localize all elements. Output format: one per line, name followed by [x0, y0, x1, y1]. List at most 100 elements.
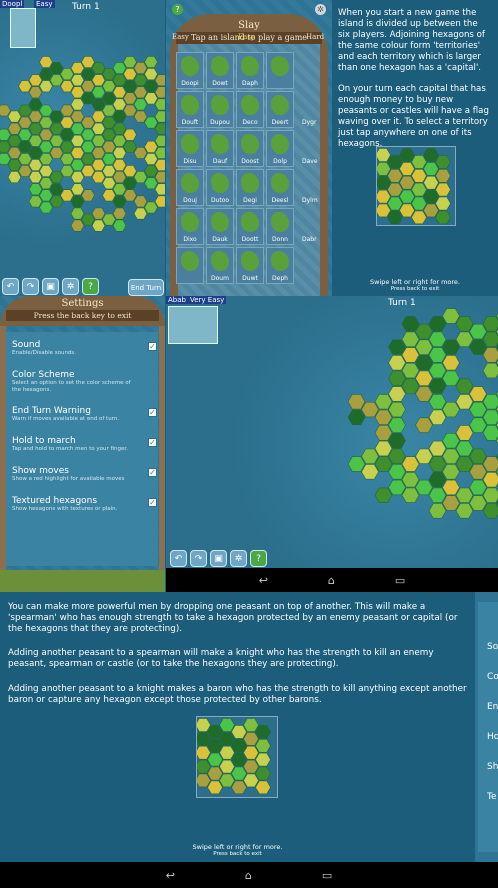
- recent-apps-icon[interactable]: ▭: [322, 869, 332, 882]
- hex-tile[interactable]: [102, 165, 116, 177]
- hex-tile[interactable]: [455, 316, 474, 332]
- hex-tile[interactable]: [399, 203, 415, 218]
- hex-tile[interactable]: [399, 175, 415, 190]
- hex-tile[interactable]: [243, 732, 259, 746]
- hex-tile[interactable]: [49, 171, 64, 184]
- hex-tile[interactable]: [401, 378, 420, 394]
- hex-tile[interactable]: [112, 110, 127, 123]
- hex-tile[interactable]: [388, 401, 406, 418]
- island-thumbnail[interactable]: Donn: [266, 208, 294, 245]
- redo-icon[interactable]: ↷: [190, 550, 207, 567]
- hex-tile[interactable]: [255, 725, 271, 739]
- hex-tile[interactable]: [7, 147, 22, 159]
- hex-tile[interactable]: [376, 189, 391, 204]
- island-name[interactable]: Dygr: [302, 119, 316, 126]
- hex-tile[interactable]: [7, 159, 22, 171]
- hex-tile[interactable]: [361, 401, 379, 418]
- setting-end-turn-warning[interactable]: End Turn Warning Warn if moves available…: [12, 406, 157, 423]
- hex-tile[interactable]: [7, 171, 22, 184]
- hex-tile[interactable]: [70, 207, 85, 220]
- help-icon[interactable]: ?: [82, 278, 99, 295]
- hex-tile[interactable]: [196, 745, 211, 760]
- hex-tile[interactable]: [401, 316, 420, 332]
- hex-tile[interactable]: [442, 370, 460, 386]
- difficulty-current[interactable]: Easy: [238, 33, 255, 41]
- hex-tile[interactable]: [28, 195, 43, 208]
- hex-tile[interactable]: [231, 739, 247, 753]
- hex-tile[interactable]: [28, 122, 43, 135]
- sound-checkbox[interactable]: ✓: [148, 342, 157, 351]
- hex-tile[interactable]: [435, 210, 451, 225]
- hex-tile[interactable]: [49, 62, 64, 74]
- hex-tile[interactable]: [423, 162, 439, 176]
- hex-tile[interactable]: [123, 189, 137, 202]
- hex-tile[interactable]: [18, 153, 32, 165]
- hex-tile[interactable]: [376, 203, 391, 218]
- hex-tile[interactable]: [144, 116, 158, 129]
- recent-apps-icon[interactable]: ▭: [395, 574, 405, 587]
- hex-tile[interactable]: [81, 80, 95, 93]
- hex-tile[interactable]: [81, 56, 95, 68]
- hex-tile[interactable]: [469, 495, 487, 511]
- hex-tile[interactable]: [60, 128, 74, 141]
- hex-tile[interactable]: [60, 165, 74, 177]
- island-thumbnail[interactable]: Dauk: [206, 208, 234, 245]
- hex-tile[interactable]: [387, 169, 403, 183]
- hex-tile[interactable]: [18, 104, 32, 117]
- hex-tile[interactable]: [415, 355, 433, 371]
- hex-tile[interactable]: [81, 116, 95, 129]
- game-map-panel-large[interactable]: Abab Very Easy Turn 1 ↶ ↷ ▣ ✲ ? ↩ ⌂ ▭: [166, 296, 498, 592]
- hex-tile[interactable]: [231, 725, 247, 739]
- hex-tile[interactable]: [399, 148, 415, 162]
- hex-tile[interactable]: [423, 189, 439, 204]
- hex-tile[interactable]: [102, 128, 116, 141]
- hex-tile[interactable]: [469, 339, 487, 355]
- hex-tile[interactable]: [376, 175, 391, 190]
- hex-tile[interactable]: [361, 448, 379, 464]
- island-thumbnail[interactable]: Dolp: [266, 130, 294, 167]
- hex-tile[interactable]: [39, 68, 53, 81]
- hex-tile[interactable]: [70, 219, 85, 232]
- hex-tile[interactable]: [196, 759, 211, 774]
- hex-tile[interactable]: [18, 80, 32, 93]
- hex-tile[interactable]: [388, 386, 406, 402]
- hex-tile[interactable]: [91, 159, 106, 171]
- hex-tile[interactable]: [399, 162, 415, 176]
- hex-tile[interactable]: [387, 155, 403, 169]
- hex-tile[interactable]: [81, 213, 95, 226]
- hex-tile[interactable]: [374, 440, 393, 457]
- hex-tile[interactable]: [144, 80, 158, 93]
- hex-tile[interactable]: [219, 718, 235, 732]
- hex-tile[interactable]: [49, 183, 64, 196]
- hex-tile[interactable]: [28, 86, 43, 99]
- hex-tile[interactable]: [423, 175, 439, 190]
- hex-tile[interactable]: [231, 766, 247, 781]
- hex-tile[interactable]: [428, 487, 447, 503]
- island-thumbnail[interactable]: Deph: [266, 247, 294, 284]
- island-thumbnail[interactable]: Daph: [236, 52, 264, 89]
- hex-tile[interactable]: [374, 456, 393, 472]
- hex-tile[interactable]: [102, 104, 116, 117]
- hex-tile[interactable]: [91, 207, 106, 220]
- undo-icon[interactable]: ↶: [170, 550, 187, 567]
- hex-tile[interactable]: [60, 153, 74, 165]
- island-thumbnail[interactable]: Dupou: [206, 91, 234, 128]
- hex-tile[interactable]: [81, 140, 95, 153]
- hex-tile[interactable]: [144, 68, 158, 81]
- hex-tile[interactable]: [112, 122, 127, 135]
- hex-tile[interactable]: [219, 773, 235, 788]
- hex-tile[interactable]: [28, 183, 43, 196]
- hex-tile[interactable]: [482, 362, 498, 379]
- hex-tile[interactable]: [388, 370, 406, 386]
- hex-tile[interactable]: [39, 56, 53, 68]
- hex-tile[interactable]: [415, 386, 433, 402]
- hex-tile[interactable]: [388, 479, 406, 496]
- hex-tile[interactable]: [428, 503, 447, 519]
- hex-tile[interactable]: [123, 68, 137, 81]
- hex-tile[interactable]: [401, 487, 420, 503]
- hex-tile[interactable]: [388, 355, 406, 371]
- hex-tile[interactable]: [455, 440, 474, 457]
- hex-tile[interactable]: [70, 171, 85, 184]
- hex-tile[interactable]: [123, 80, 137, 93]
- back-nav-icon[interactable]: ↩: [259, 574, 268, 587]
